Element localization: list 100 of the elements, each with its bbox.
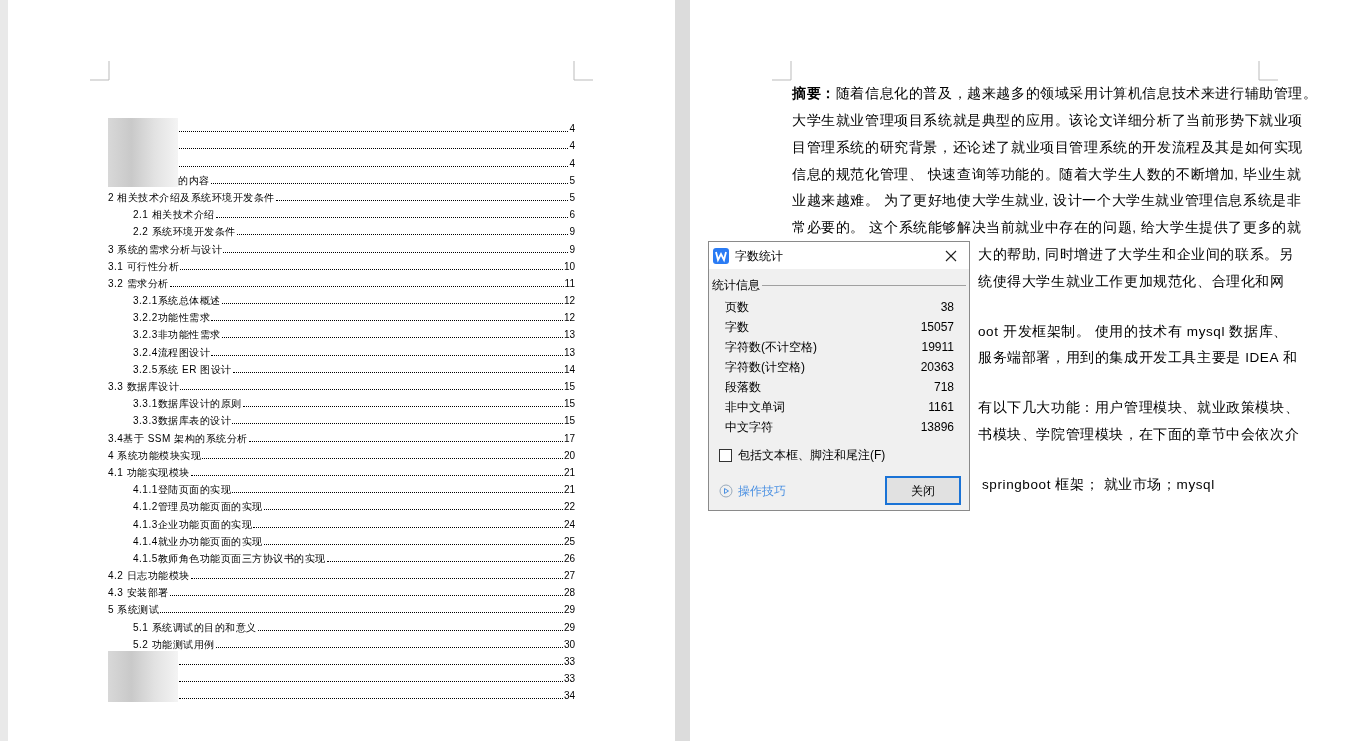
abstract-text: 信息的规范化管理、 快速查询等功能的。随着大学生人数的不断增加, 毕业生就 bbox=[792, 165, 1302, 184]
toc-entry-title: 5.2 功能测试用例 bbox=[133, 637, 215, 651]
corner-mark-icon bbox=[772, 61, 792, 81]
toc-page-number: 12 bbox=[563, 311, 575, 325]
close-button[interactable]: 关闭 bbox=[885, 476, 961, 505]
toc-page-number: 4 bbox=[569, 139, 575, 153]
abstract-text: 随着信息化的普及，越来越多的领域采用计算机信息技术来进行辅助管理。 bbox=[835, 85, 1318, 104]
corner-mark-icon bbox=[573, 61, 593, 81]
toc-page-number: 10 bbox=[563, 259, 575, 273]
toc-entry-title: 3.3.3数据库表的设计 bbox=[133, 414, 232, 428]
toc-entry-title: 4.1 功能实现模块 bbox=[108, 465, 190, 479]
toc-page-number: 15 bbox=[563, 380, 575, 393]
stat-value: 19911 bbox=[921, 339, 954, 356]
stat-label: 字符数(不计空格) bbox=[725, 339, 817, 356]
checkbox[interactable] bbox=[719, 448, 732, 462]
stat-value: 20363 bbox=[920, 359, 954, 376]
stat-value: 1161 bbox=[928, 399, 954, 416]
toc-page-number: 29 bbox=[563, 603, 575, 617]
abstract-text: 大学生就业管理项目系统就是典型的应用。该论文详细分析了当前形势下就业项 bbox=[792, 112, 1303, 131]
toc-page-number: 29 bbox=[563, 620, 575, 634]
stat-value: 718 bbox=[933, 379, 954, 396]
toc-page-number: 4 bbox=[569, 122, 575, 136]
toc-page-number: 25 bbox=[563, 534, 575, 548]
toc-page-number: 30 bbox=[563, 637, 575, 651]
toc-page-number: 22 bbox=[563, 500, 575, 514]
corner-mark-icon bbox=[90, 61, 110, 81]
toc-page-number: 9 bbox=[569, 225, 575, 239]
toc-entry-title: 3.3.1数据库设计的原则 bbox=[133, 397, 242, 411]
toc-page-number: 21 bbox=[563, 465, 575, 479]
toc-entry-title: 3.2.4流程图设计 bbox=[133, 345, 211, 359]
toc-page-number: 12 bbox=[563, 294, 575, 308]
toc-entry-title: 3.2 需求分析 bbox=[108, 276, 169, 290]
toc-page-number: 26 bbox=[563, 551, 575, 565]
toc-page-number: 28 bbox=[563, 586, 575, 600]
dialog-title: 字数统计 bbox=[735, 247, 784, 265]
stat-label: 非中文单词 bbox=[725, 399, 785, 416]
toc-page-number: 21 bbox=[563, 483, 575, 497]
abstract-text: 服务端部署，用到的集成开发工具主要是 IDEA 和 bbox=[978, 349, 1298, 368]
abstract-text: 大的帮助, 同时增进了大学生和企业间的联系。另 bbox=[978, 246, 1294, 265]
toc-page-number: 33 bbox=[563, 672, 575, 686]
stat-label: 字数 bbox=[725, 319, 749, 336]
abstract-text: 书模块、学院管理模块，在下面的章节中会依次介 bbox=[978, 426, 1300, 445]
toc-page-number: 33 bbox=[563, 655, 575, 668]
abstract-text: 常必要的。 这个系统能够解决当前就业中存在的问题, 给大学生提供了更多的就 bbox=[792, 219, 1302, 238]
section-heading: 统计信息 bbox=[712, 277, 760, 294]
abstract-text: springboot 框架； 就业市场；mysql bbox=[982, 475, 1215, 494]
checkbox-label: 包括文本框、脚注和尾注(F) bbox=[738, 447, 886, 464]
play-circle-icon bbox=[719, 483, 733, 498]
toc-page-number: 14 bbox=[563, 362, 575, 376]
toc-page-number: 34 bbox=[563, 689, 575, 703]
abstract-text: 有以下几大功能：用户管理模块、就业政策模块、 bbox=[978, 399, 1300, 418]
toc-entry-title: 4.1.3企业功能页面的实现 bbox=[133, 517, 253, 531]
toc-page-number: 5 bbox=[569, 190, 575, 204]
toc-page-number: 13 bbox=[563, 328, 575, 342]
toc-page-number: 20 bbox=[563, 448, 575, 462]
abstract-text: 统使得大学生就业工作更加规范化、合理化和网 bbox=[978, 272, 1285, 291]
toc-entry-title: 3.2.2功能性需求 bbox=[133, 311, 211, 325]
toc-page-number: 17 bbox=[563, 431, 575, 445]
toc-entry-title: 3.3 数据库设计 bbox=[108, 380, 180, 393]
toc-entry-title: 5.1 系统调试的目的和意义 bbox=[133, 620, 257, 634]
toc-entry-title: 5 系统测试 bbox=[108, 603, 160, 617]
toc-page-number: 15 bbox=[563, 414, 575, 428]
toc-entry-title: 4.3 安装部署 bbox=[108, 586, 169, 600]
toc-page-number: 27 bbox=[563, 569, 575, 583]
toc-entry-title: 4.2 日志功能模块 bbox=[108, 569, 190, 583]
stat-label: 中文字符 bbox=[725, 419, 773, 436]
stat-value: 38 bbox=[940, 299, 954, 316]
toc-page-number: 24 bbox=[563, 517, 575, 531]
toc-entry-title: 3 系统的需求分析与设计 bbox=[108, 242, 223, 256]
stat-value: 15057 bbox=[920, 319, 954, 336]
toc-page-number: 4 bbox=[569, 156, 575, 170]
toc-page-number: 11 bbox=[564, 276, 575, 290]
toc-page-number: 6 bbox=[569, 208, 575, 222]
toc-entry-title: 3.4基于 SSM 架构的系统分析 bbox=[108, 431, 248, 445]
corner-mark-icon bbox=[1258, 61, 1278, 81]
toc-entry-title: 4 系统功能模块实现 bbox=[108, 448, 202, 462]
stat-label: 页数 bbox=[725, 299, 749, 316]
toc-entry-title: 4.1.4就业办功能页面的实现 bbox=[133, 534, 263, 548]
toc-page-number: 13 bbox=[563, 345, 575, 359]
toc-page-number: 9 bbox=[569, 242, 575, 256]
toc-entry-title: 4.1.2管理员功能页面的实现 bbox=[133, 500, 263, 514]
abstract-text: 目管理系统的研究背景，还论述了就业项目管理系统的开发流程及其是如何实现 bbox=[792, 138, 1303, 157]
toc-entry-title: 3.2.3非功能性需求 bbox=[133, 328, 221, 342]
toc-entry-title: 2.1 相关技术介绍 bbox=[133, 208, 215, 222]
stat-label: 字符数(计空格) bbox=[725, 359, 805, 376]
stat-label: 段落数 bbox=[725, 379, 761, 396]
toc-entry-title: 2.2 系统环境开发条件 bbox=[133, 225, 236, 239]
abstract-label: 摘要： bbox=[792, 85, 836, 104]
abstract-text: oot 开发框架制。 使用的技术有 mysql 数据库、 bbox=[978, 322, 1288, 341]
toc-entry-title: 4.1.5教师角色功能页面三方协议书的实现 bbox=[133, 551, 326, 565]
toc-entry-title: 3.2.1系统总体概述 bbox=[133, 294, 221, 308]
app-logo-icon bbox=[713, 247, 729, 264]
abstract-text: 业越来越难。 为了更好地使大学生就业, 设计一个大学生就业管理信息系统是非 bbox=[792, 192, 1302, 211]
toc-entry-title: 3.1 可行性分析 bbox=[108, 259, 180, 273]
stat-value: 13896 bbox=[920, 419, 954, 436]
toc-entry-title: 2 相关技术介绍及系统环境开发条件 bbox=[108, 190, 275, 204]
toc-entry-title: 3.2.5系统 ER 图设计 bbox=[133, 362, 232, 376]
toc-page-number: 15 bbox=[563, 397, 575, 411]
toc-entry-title: 4.1.1登陆页面的实现 bbox=[133, 483, 232, 497]
toc-page-number: 5 bbox=[569, 173, 575, 187]
